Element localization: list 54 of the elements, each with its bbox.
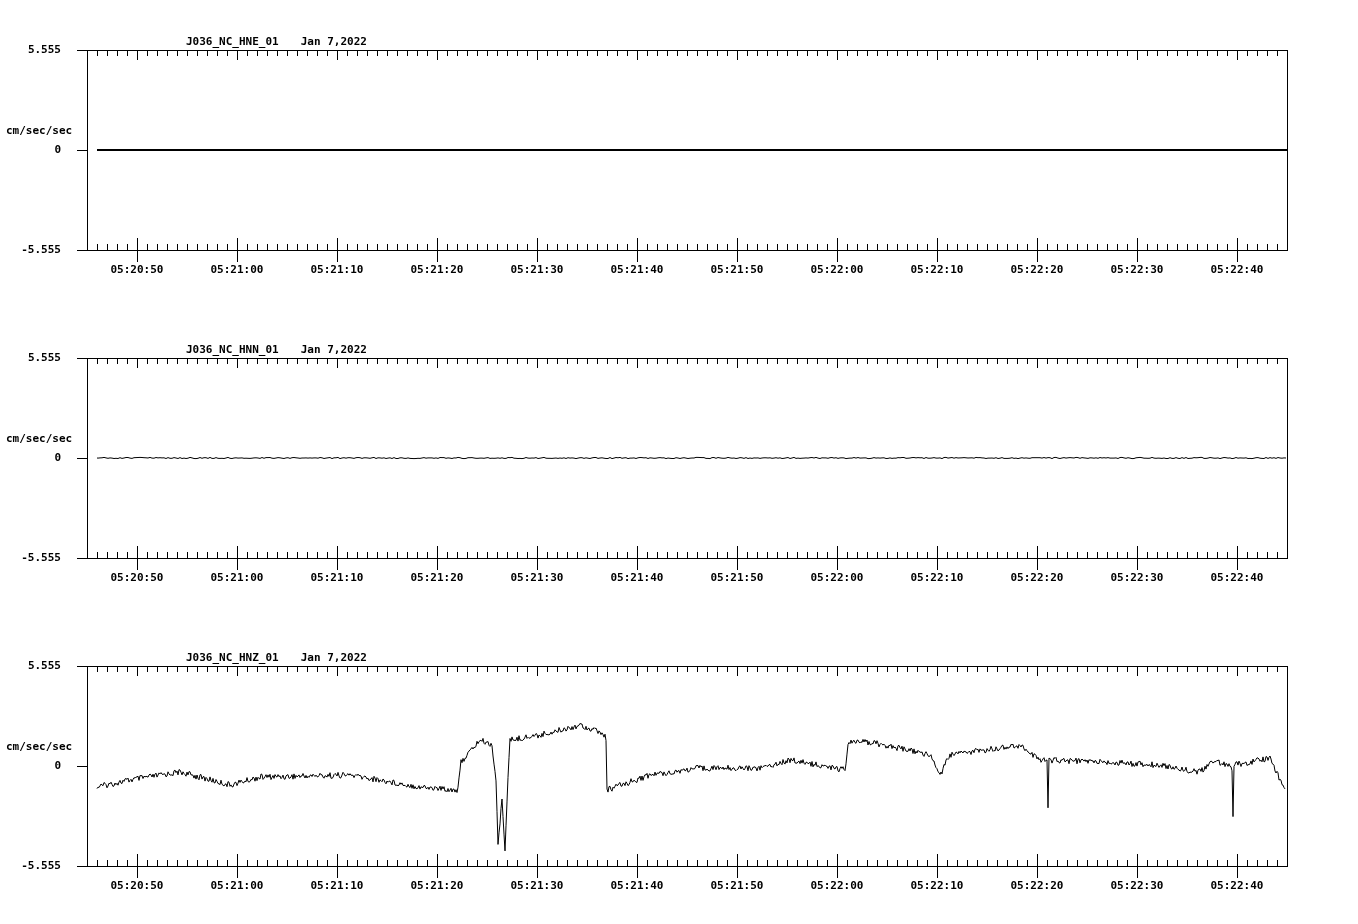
x-tick-label: 05:22:40 [1209,880,1265,892]
y-tick-label: -5.555 [21,244,62,256]
x-tick-label: 05:22:20 [1009,880,1065,892]
date-title: Jan 7,2022 [300,344,367,356]
y-tick-label: 5.555 [27,352,62,364]
y-tick-label: 5.555 [27,44,62,56]
x-tick-label: 05:22:30 [1109,572,1165,584]
x-tick-label: 05:21:30 [509,880,565,892]
x-tick-label: 05:21:10 [309,880,365,892]
station-title: J036_NC_HNN_01 [186,344,279,356]
x-tick-label: 05:21:20 [409,572,465,584]
x-tick-label: 05:21:50 [709,880,765,892]
x-tick-label: 05:22:40 [1209,572,1265,584]
x-tick-label: 05:22:30 [1109,264,1165,276]
y-axis-label: cm/sec/sec [5,433,74,445]
x-tick-label: 05:22:00 [809,572,865,584]
x-tick-label: 05:21:50 [709,264,765,276]
x-tick-label: 05:20:50 [109,572,165,584]
x-tick-label: 05:21:30 [509,264,565,276]
x-tick-label: 05:21:00 [209,572,265,584]
x-tick-label: 05:22:20 [1009,264,1065,276]
date-title: Jan 7,2022 [300,36,367,48]
y-axis-label: cm/sec/sec [5,741,74,753]
y-tick-label: -5.555 [21,860,62,872]
x-tick-label: 05:21:00 [209,264,265,276]
y-tick-label: 0 [54,760,62,772]
x-tick-label: 05:21:40 [609,880,665,892]
x-tick-label: 05:22:30 [1109,880,1165,892]
x-tick-label: 05:20:50 [109,880,165,892]
station-title: J036_NC_HNZ_01 [186,652,279,664]
x-tick-label: 05:21:40 [609,572,665,584]
x-tick-label: 05:22:00 [809,264,865,276]
station-title: J036_NC_HNE_01 [186,36,279,48]
x-tick-label: 05:22:10 [909,880,965,892]
x-tick-label: 05:21:30 [509,572,565,584]
y-tick-label: -5.555 [21,552,62,564]
x-tick-label: 05:21:20 [409,880,465,892]
x-tick-label: 05:21:20 [409,264,465,276]
x-tick-label: 05:21:40 [609,264,665,276]
x-tick-label: 05:21:00 [209,880,265,892]
y-tick-label: 5.555 [27,660,62,672]
x-tick-label: 05:22:20 [1009,572,1065,584]
date-title: Jan 7,2022 [300,652,367,664]
x-tick-label: 05:22:00 [809,880,865,892]
x-tick-label: 05:21:10 [309,264,365,276]
x-tick-label: 05:21:10 [309,572,365,584]
x-tick-label: 05:22:10 [909,572,965,584]
x-tick-label: 05:22:10 [909,264,965,276]
y-tick-label: 0 [54,144,62,156]
x-tick-label: 05:20:50 [109,264,165,276]
x-tick-label: 05:21:50 [709,572,765,584]
y-axis-label: cm/sec/sec [5,125,74,137]
x-tick-label: 05:22:40 [1209,264,1265,276]
y-tick-label: 0 [54,452,62,464]
